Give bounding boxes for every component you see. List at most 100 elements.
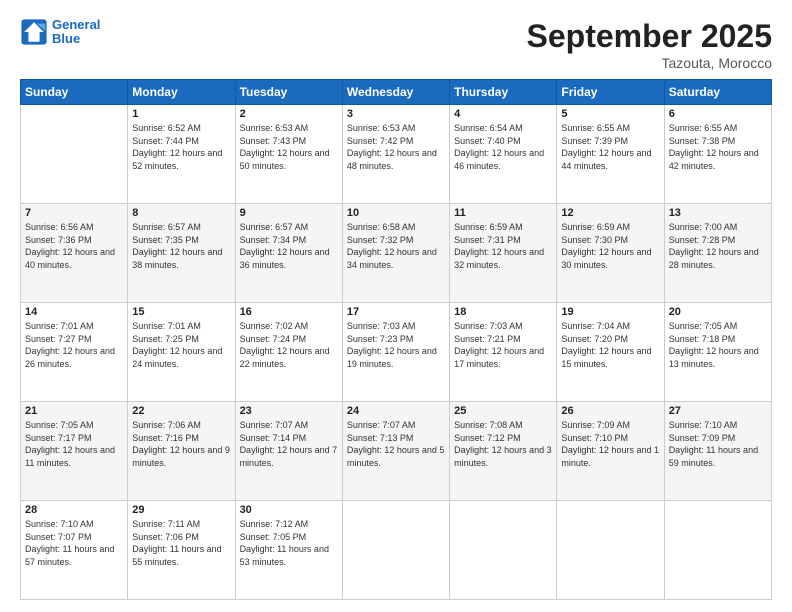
- calendar-cell: 13Sunrise: 7:00 AMSunset: 7:28 PMDayligh…: [664, 204, 771, 303]
- calendar-cell: [664, 501, 771, 600]
- day-number: 4: [454, 108, 552, 120]
- calendar-cell: 3 Sunrise: 6:53 AMSunset: 7:42 PMDaylight…: [342, 105, 449, 204]
- calendar-cell: 19 Sunrise: 7:04 AMSunset: 7:20 PMDayligh…: [557, 303, 664, 402]
- day-number: 5: [561, 108, 659, 120]
- calendar-table: SundayMondayTuesdayWednesdayThursdayFrid…: [20, 79, 772, 600]
- calendar-cell: 16Sunrise: 7:02 AMSunset: 7:24 PMDayligh…: [235, 303, 342, 402]
- day-number: 14: [25, 306, 123, 318]
- day-number: 7: [25, 207, 123, 219]
- day-number: 24: [347, 405, 445, 417]
- location-subtitle: Tazouta, Morocco: [527, 55, 772, 71]
- calendar-cell: 20Sunrise: 7:05 AMSunset: 7:18 PMDayligh…: [664, 303, 771, 402]
- logo-icon: [20, 18, 48, 46]
- day-number: 26: [561, 405, 659, 417]
- day-number: 1: [132, 108, 230, 120]
- calendar-cell: 12 Sunrise: 6:59 AMSunset: 7:30 PMDayligh…: [557, 204, 664, 303]
- cell-info: Sunrise: 6:59 AMSunset: 7:30 PMDaylight:…: [561, 221, 659, 271]
- day-number: 2: [240, 108, 338, 120]
- cell-info: Sunrise: 6:54 AMSunset: 7:40 PMDaylight:…: [454, 122, 552, 172]
- day-number: 27: [669, 405, 767, 417]
- calendar-cell: 30 Sunrise: 7:12 AMSunset: 7:05 PMDayligh…: [235, 501, 342, 600]
- weekday-header-row: SundayMondayTuesdayWednesdayThursdayFrid…: [21, 80, 772, 105]
- calendar-cell: 17Sunrise: 7:03 AMSunset: 7:23 PMDayligh…: [342, 303, 449, 402]
- day-number: 16: [240, 306, 338, 318]
- calendar-cell: 18 Sunrise: 7:03 AMSunset: 7:21 PMDayligh…: [450, 303, 557, 402]
- logo: General Blue: [20, 18, 100, 47]
- cell-info: Sunrise: 6:56 AMSunset: 7:36 PMDaylight:…: [25, 221, 123, 271]
- calendar-cell: 21 Sunrise: 7:05 AMSunset: 7:17 PMDayligh…: [21, 402, 128, 501]
- calendar-header: SundayMondayTuesdayWednesdayThursdayFrid…: [21, 80, 772, 105]
- weekday-monday: Monday: [128, 80, 235, 105]
- day-number: 9: [240, 207, 338, 219]
- day-number: 12: [561, 207, 659, 219]
- day-number: 10: [347, 207, 445, 219]
- calendar-week-1: 1Sunrise: 6:52 AMSunset: 7:44 PMDaylight…: [21, 105, 772, 204]
- calendar-cell: 14 Sunrise: 7:01 AMSunset: 7:27 PMDayligh…: [21, 303, 128, 402]
- day-number: 11: [454, 207, 552, 219]
- cell-info: Sunrise: 7:03 AMSunset: 7:21 PMDaylight:…: [454, 320, 552, 370]
- calendar-cell: [342, 501, 449, 600]
- month-title: September 2025: [527, 18, 772, 55]
- day-number: 18: [454, 306, 552, 318]
- calendar-cell: 9 Sunrise: 6:57 AMSunset: 7:34 PMDaylight…: [235, 204, 342, 303]
- cell-info: Sunrise: 6:55 AMSunset: 7:39 PMDaylight:…: [561, 122, 659, 172]
- cell-info: Sunrise: 7:04 AMSunset: 7:20 PMDaylight:…: [561, 320, 659, 370]
- day-number: 23: [240, 405, 338, 417]
- cell-info: Sunrise: 6:55 AMSunset: 7:38 PMDaylight:…: [669, 122, 767, 172]
- calendar-page: General Blue September 2025 Tazouta, Mor…: [0, 0, 792, 612]
- calendar-cell: 7 Sunrise: 6:56 AMSunset: 7:36 PMDaylight…: [21, 204, 128, 303]
- calendar-cell: 26 Sunrise: 7:09 AMSunset: 7:10 PMDayligh…: [557, 402, 664, 501]
- weekday-tuesday: Tuesday: [235, 80, 342, 105]
- calendar-week-2: 7 Sunrise: 6:56 AMSunset: 7:36 PMDaylight…: [21, 204, 772, 303]
- day-number: 6: [669, 108, 767, 120]
- calendar-cell: 23 Sunrise: 7:07 AMSunset: 7:14 PMDayligh…: [235, 402, 342, 501]
- day-number: 21: [25, 405, 123, 417]
- weekday-sunday: Sunday: [21, 80, 128, 105]
- calendar-cell: [450, 501, 557, 600]
- day-number: 19: [561, 306, 659, 318]
- calendar-cell: 25 Sunrise: 7:08 AMSunset: 7:12 PMDayligh…: [450, 402, 557, 501]
- cell-info: Sunrise: 7:10 AMSunset: 7:09 PMDaylight:…: [669, 419, 767, 469]
- day-number: 20: [669, 306, 767, 318]
- weekday-thursday: Thursday: [450, 80, 557, 105]
- calendar-cell: 22Sunrise: 7:06 AMSunset: 7:16 PMDayligh…: [128, 402, 235, 501]
- day-number: 30: [240, 504, 338, 516]
- cell-info: Sunrise: 7:07 AMSunset: 7:13 PMDaylight:…: [347, 419, 445, 469]
- logo-text: General Blue: [52, 18, 100, 47]
- cell-info: Sunrise: 7:07 AMSunset: 7:14 PMDaylight:…: [240, 419, 338, 469]
- weekday-saturday: Saturday: [664, 80, 771, 105]
- calendar-cell: 11 Sunrise: 6:59 AMSunset: 7:31 PMDayligh…: [450, 204, 557, 303]
- day-number: 29: [132, 504, 230, 516]
- cell-info: Sunrise: 7:08 AMSunset: 7:12 PMDaylight:…: [454, 419, 552, 469]
- calendar-cell: 10Sunrise: 6:58 AMSunset: 7:32 PMDayligh…: [342, 204, 449, 303]
- day-number: 25: [454, 405, 552, 417]
- calendar-cell: 27 Sunrise: 7:10 AMSunset: 7:09 PMDayligh…: [664, 402, 771, 501]
- cell-info: Sunrise: 7:10 AMSunset: 7:07 PMDaylight:…: [25, 518, 123, 568]
- day-number: 3: [347, 108, 445, 120]
- calendar-week-5: 28 Sunrise: 7:10 AMSunset: 7:07 PMDayligh…: [21, 501, 772, 600]
- cell-info: Sunrise: 6:57 AMSunset: 7:34 PMDaylight:…: [240, 221, 338, 271]
- calendar-cell: [557, 501, 664, 600]
- cell-info: Sunrise: 7:12 AMSunset: 7:05 PMDaylight:…: [240, 518, 338, 568]
- calendar-cell: 24 Sunrise: 7:07 AMSunset: 7:13 PMDayligh…: [342, 402, 449, 501]
- calendar-cell: 6 Sunrise: 6:55 AMSunset: 7:38 PMDaylight…: [664, 105, 771, 204]
- weekday-wednesday: Wednesday: [342, 80, 449, 105]
- calendar-cell: [21, 105, 128, 204]
- day-number: 17: [347, 306, 445, 318]
- day-number: 28: [25, 504, 123, 516]
- calendar-body: 1Sunrise: 6:52 AMSunset: 7:44 PMDaylight…: [21, 105, 772, 600]
- calendar-cell: 15Sunrise: 7:01 AMSunset: 7:25 PMDayligh…: [128, 303, 235, 402]
- cell-info: Sunrise: 6:53 AMSunset: 7:43 PMDaylight:…: [240, 122, 338, 172]
- cell-info: Sunrise: 6:59 AMSunset: 7:31 PMDaylight:…: [454, 221, 552, 271]
- calendar-cell: 5 Sunrise: 6:55 AMSunset: 7:39 PMDaylight…: [557, 105, 664, 204]
- cell-info: Sunrise: 7:09 AMSunset: 7:10 PMDaylight:…: [561, 419, 659, 469]
- header: General Blue September 2025 Tazouta, Mor…: [20, 18, 772, 71]
- cell-info: Sunrise: 7:01 AMSunset: 7:27 PMDaylight:…: [25, 320, 123, 370]
- cell-info: Sunrise: 7:05 AMSunset: 7:17 PMDaylight:…: [25, 419, 123, 469]
- calendar-cell: 28 Sunrise: 7:10 AMSunset: 7:07 PMDayligh…: [21, 501, 128, 600]
- day-number: 15: [132, 306, 230, 318]
- weekday-friday: Friday: [557, 80, 664, 105]
- cell-info: Sunrise: 6:53 AMSunset: 7:42 PMDaylight:…: [347, 122, 445, 172]
- day-number: 22: [132, 405, 230, 417]
- day-number: 8: [132, 207, 230, 219]
